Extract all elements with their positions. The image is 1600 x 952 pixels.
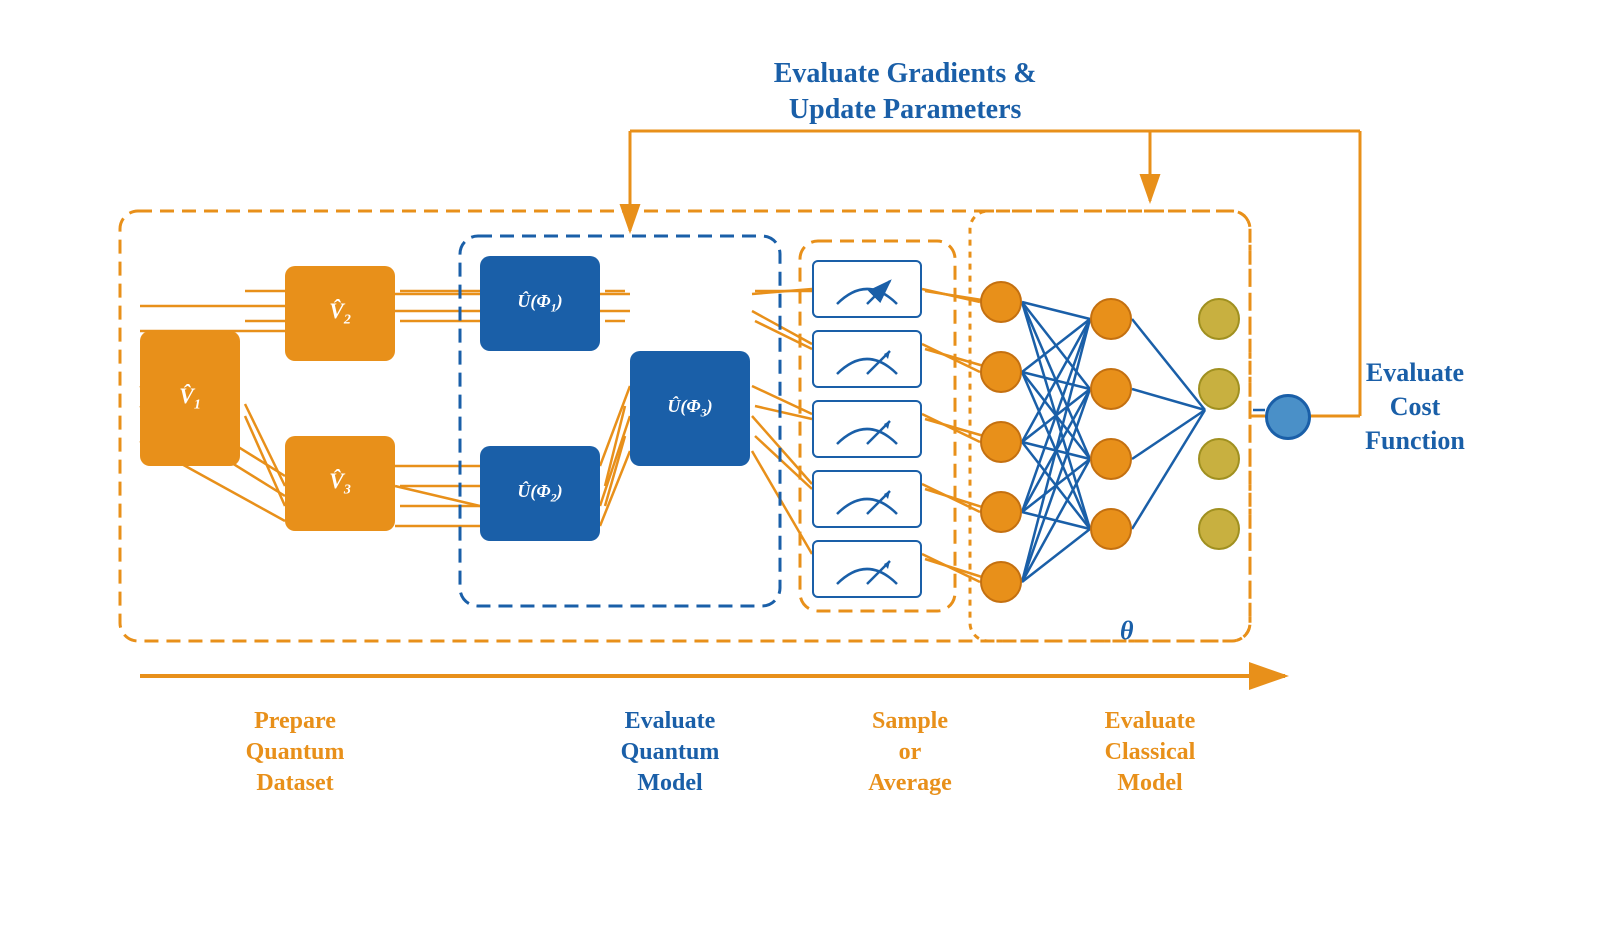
v3-block: V̂3: [285, 436, 395, 531]
prepare-label: Prepare Quantum Dataset: [140, 706, 450, 800]
nn-input-3: [980, 421, 1022, 463]
v1-label: V̂1: [179, 383, 201, 413]
measurement-5: [812, 540, 922, 598]
nn-output-4: [1198, 508, 1240, 550]
nn-input-1: [980, 281, 1022, 323]
measurement-3: [812, 400, 922, 458]
u3-block: Û(Φ3): [630, 351, 750, 466]
nn-hidden-2: [1090, 368, 1132, 410]
sample-label: Sample or Average: [820, 706, 1000, 800]
top-label: Evaluate Gradients & Update Parameters: [774, 56, 1037, 129]
v1-block: V̂1: [140, 331, 240, 466]
nn-hidden-3: [1090, 438, 1132, 480]
nn-output-3: [1198, 438, 1240, 480]
v2-label: V̂2: [329, 298, 351, 328]
right-label-line1: Evaluate: [1366, 358, 1464, 387]
v3-label: V̂3: [329, 468, 351, 498]
evaluate-classical-label: Evaluate Classical Model: [1030, 706, 1270, 800]
output-node: [1265, 394, 1311, 440]
nn-hidden-1: [1090, 298, 1132, 340]
evaluate-quantum-label: Evaluate Quantum Model: [540, 706, 800, 800]
nn-input-4: [980, 491, 1022, 533]
nn-hidden-4: [1090, 508, 1132, 550]
u1-block: Û(Φ1): [480, 256, 600, 351]
top-label-line2: Update Parameters: [789, 94, 1021, 125]
theta-label: θ: [1120, 616, 1134, 646]
measurement-2: [812, 330, 922, 388]
measurement-1: [812, 260, 922, 318]
u3-label: Û(Φ3): [667, 396, 712, 421]
u1-label: Û(Φ1): [517, 291, 562, 316]
v2-block: V̂2: [285, 266, 395, 361]
nn-output-2: [1198, 368, 1240, 410]
measurement-4: [812, 470, 922, 528]
nn-input-2: [980, 351, 1022, 393]
evaluate-cost-function-label: Evaluate Cost Function: [1330, 356, 1500, 457]
bottom-labels-container: Prepare Quantum Dataset Evaluate Quantum…: [100, 706, 1400, 800]
diagram-container: Evaluate Gradients & Update Parameters V…: [100, 46, 1500, 906]
top-label-line1: Evaluate Gradients &: [774, 58, 1037, 89]
u2-label: Û(Φ2): [517, 481, 562, 506]
nn-input-5: [980, 561, 1022, 603]
right-label-line2: Cost: [1390, 392, 1441, 421]
nn-output-1: [1198, 298, 1240, 340]
u2-block: Û(Φ2): [480, 446, 600, 541]
right-label-line3: Function: [1365, 426, 1465, 455]
